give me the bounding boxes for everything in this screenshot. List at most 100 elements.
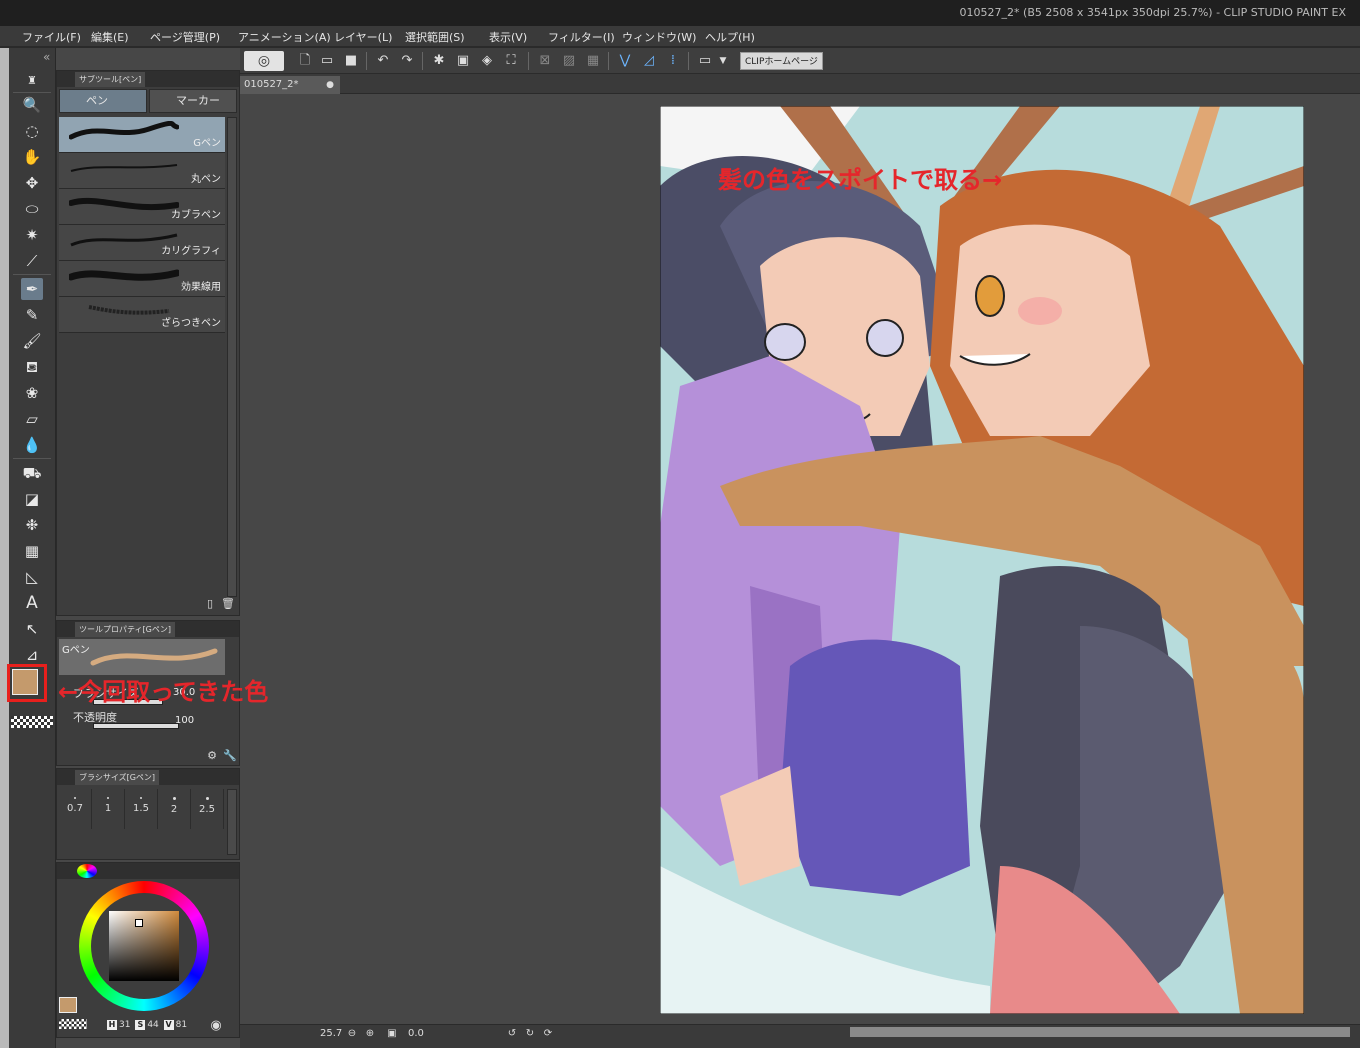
redo-icon[interactable]: ↷ bbox=[398, 52, 416, 70]
brush-item-maru-pen[interactable]: 丸ペン bbox=[59, 153, 225, 189]
collapse-left-icon[interactable]: « bbox=[43, 50, 50, 64]
save-icon[interactable]: ■ bbox=[342, 52, 360, 70]
move-layer-icon[interactable]: ✥ bbox=[21, 172, 43, 194]
menu-filter[interactable]: フィルター(I) bbox=[548, 29, 615, 45]
eraser-icon[interactable]: ◈ bbox=[478, 52, 496, 70]
reset-rotate-icon[interactable]: ⟳ bbox=[542, 1028, 554, 1040]
canvas-area[interactable]: 髪の色をスポイトで取る→ bbox=[240, 94, 1360, 1024]
decoration-icon[interactable]: ❀ bbox=[21, 382, 43, 404]
wrench-icon[interactable]: 🔧 bbox=[221, 747, 239, 765]
menu-help[interactable]: ヘルプ(H) bbox=[705, 29, 755, 45]
clear-icon[interactable]: ✱ bbox=[430, 52, 448, 70]
frame-border-icon[interactable]: ▦ bbox=[21, 540, 43, 562]
eyedropper-icon[interactable]: ⟋ bbox=[21, 250, 43, 272]
saturation-value-square[interactable] bbox=[109, 911, 179, 981]
size-preset[interactable]: 2.5 bbox=[191, 789, 224, 829]
balloon-icon[interactable]: ↖ bbox=[21, 618, 43, 640]
menu-selection[interactable]: 選択範囲(S) bbox=[405, 29, 465, 45]
size-preset[interactable]: 1.5 bbox=[125, 789, 158, 829]
open-folder-icon[interactable]: ▭ bbox=[318, 52, 336, 70]
snap-ruler-icon[interactable]: ⋁ bbox=[616, 52, 634, 70]
tool-property-tab[interactable]: ツールプロパティ[Gペン] bbox=[75, 622, 175, 637]
blend-icon[interactable]: 💧 bbox=[21, 434, 43, 456]
figure-icon[interactable]: ❉ bbox=[21, 514, 43, 536]
brush-item-rough-pen[interactable]: ざらつきペン bbox=[59, 297, 225, 333]
new-file-icon[interactable]: 🗋 bbox=[296, 52, 314, 70]
menu-layer[interactable]: レイヤー(L) bbox=[334, 29, 392, 45]
rotate-right-icon[interactable]: ↻ bbox=[524, 1028, 536, 1040]
eraser-tool-icon[interactable]: ▱ bbox=[21, 408, 43, 430]
frame-icon[interactable]: ▭ bbox=[696, 52, 714, 70]
brush-item-effect-line[interactable]: 効果線用 bbox=[59, 261, 225, 297]
brush-size-scrollbar[interactable] bbox=[227, 789, 237, 855]
trash-icon[interactable]: 🗑 bbox=[219, 595, 237, 613]
zoom-in-icon[interactable]: ⊕ bbox=[364, 1028, 376, 1040]
snap-special-ruler-icon[interactable]: ◿ bbox=[640, 52, 658, 70]
size-preset[interactable]: 2 bbox=[158, 789, 191, 829]
fill-tool-icon[interactable]: ⛟ bbox=[21, 462, 43, 484]
zoom-value[interactable]: 25.7 bbox=[320, 1028, 342, 1039]
hand-icon[interactable]: ✋ bbox=[21, 146, 43, 168]
menu-animation[interactable]: アニメーション(A) bbox=[238, 29, 331, 45]
brush-item-g-pen[interactable]: Gペン bbox=[59, 117, 225, 153]
fit-icon[interactable]: ▣ bbox=[386, 1028, 398, 1040]
text-icon[interactable]: A bbox=[21, 592, 43, 614]
crop-icon[interactable]: ⊠ bbox=[536, 52, 554, 70]
transparent-color-swatch[interactable] bbox=[11, 716, 53, 728]
transform-icon[interactable]: ⛶ bbox=[502, 52, 520, 70]
v-value[interactable]: 81 bbox=[176, 1020, 187, 1030]
brush-size-tab[interactable]: ブラシサイズ[Gペン] bbox=[75, 770, 160, 785]
color-wheel[interactable] bbox=[79, 881, 209, 1011]
size-preset[interactable]: 1 bbox=[92, 789, 125, 829]
new-subtool-icon[interactable]: ▯ bbox=[201, 595, 219, 613]
h-value[interactable]: 31 bbox=[119, 1020, 130, 1030]
pen-nib-icon[interactable]: ♜ bbox=[21, 70, 43, 92]
document-tab[interactable]: 010527_2* ● bbox=[240, 76, 340, 94]
correct-line-icon[interactable]: ⊿ bbox=[21, 644, 43, 666]
fill-icon[interactable]: ▣ bbox=[454, 52, 472, 70]
brush-item-calligraphy[interactable]: カリグラフィ bbox=[59, 225, 225, 261]
opacity-slider[interactable] bbox=[93, 723, 179, 729]
selection-icon[interactable]: ▦ bbox=[584, 52, 602, 70]
color-picker-handle[interactable] bbox=[135, 919, 143, 927]
rotate-view-icon[interactable]: ◌ bbox=[21, 120, 43, 142]
subtool-panel-tab[interactable]: サブツール[ペン] bbox=[75, 72, 146, 87]
tab-pen[interactable]: ペン bbox=[59, 89, 147, 113]
s-value[interactable]: 44 bbox=[147, 1020, 158, 1030]
pen-tool-icon[interactable]: ✒ bbox=[21, 278, 43, 300]
horizontal-scrollbar[interactable] bbox=[850, 1027, 1350, 1037]
menu-page[interactable]: ページ管理(P) bbox=[150, 29, 220, 45]
undo-icon[interactable]: ↶ bbox=[374, 52, 392, 70]
menu-window[interactable]: ウィンドウ(W) bbox=[622, 29, 696, 45]
menu-view[interactable]: 表示(V) bbox=[489, 29, 527, 45]
zoom-out-icon[interactable]: ⊖ bbox=[346, 1028, 358, 1040]
size-preset[interactable]: 0.7 bbox=[59, 789, 92, 829]
clip-home-button[interactable]: CLIPホームページ bbox=[740, 52, 823, 70]
angle-value[interactable]: 0.0 bbox=[408, 1028, 424, 1039]
lasso-icon[interactable]: ⬭ bbox=[21, 198, 43, 220]
menu-edit[interactable]: 編集(E) bbox=[91, 29, 129, 45]
brush-icon[interactable]: 🖌 bbox=[21, 330, 43, 352]
brush-item-kabura-pen[interactable]: カブラペン bbox=[59, 189, 225, 225]
menu-file[interactable]: ファイル(F) bbox=[22, 29, 81, 45]
snap-grid-icon[interactable]: ⁞ bbox=[664, 52, 682, 70]
tool-settings-icon[interactable]: ⚙ bbox=[203, 747, 221, 765]
color-wheel-tab-icon[interactable] bbox=[77, 864, 97, 878]
gradient-icon[interactable]: ◪ bbox=[21, 488, 43, 510]
clip-studio-icon[interactable]: ◎ bbox=[244, 51, 284, 71]
invert-icon[interactable]: ▨ bbox=[560, 52, 578, 70]
magic-wand-icon[interactable]: ✷ bbox=[21, 224, 43, 246]
color-settings-icon[interactable]: ◉ bbox=[207, 1017, 225, 1035]
airbrush-icon[interactable]: ⛾ bbox=[21, 356, 43, 378]
tab-marker[interactable]: マーカー bbox=[149, 89, 237, 113]
artwork[interactable] bbox=[660, 106, 1304, 1014]
zoom-icon[interactable]: 🔍 bbox=[21, 94, 43, 116]
current-color-swatch[interactable] bbox=[59, 997, 77, 1013]
subtool-scrollbar[interactable] bbox=[227, 117, 237, 597]
ruler-icon[interactable]: ◺ bbox=[21, 566, 43, 588]
pencil-icon[interactable]: ✎ bbox=[21, 304, 43, 326]
rotate-left-icon[interactable]: ↺ bbox=[506, 1028, 518, 1040]
transparent-swatch[interactable] bbox=[59, 1019, 87, 1029]
close-icon[interactable]: ● bbox=[326, 76, 334, 94]
dropdown-chevron-icon[interactable]: ▼ bbox=[714, 52, 732, 70]
